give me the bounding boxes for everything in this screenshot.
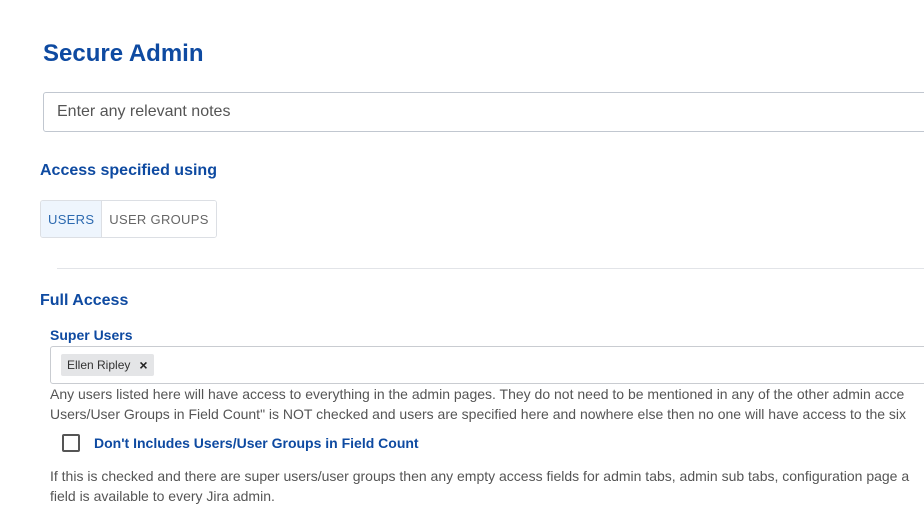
super-users-label: Super Users [50, 327, 133, 343]
users-toggle-button[interactable]: USERS [41, 201, 102, 237]
super-users-help: Any users listed here will have access t… [50, 384, 906, 424]
remove-chip-icon[interactable]: × [139, 358, 147, 372]
user-chip-label: Ellen Ripley [67, 358, 131, 372]
access-specified-heading: Access specified using [40, 162, 217, 179]
field-count-help-line-2: field is available to every Jira admin. [50, 488, 275, 504]
user-chip: Ellen Ripley × [61, 354, 154, 376]
field-count-help: If this is checked and there are super u… [50, 466, 909, 506]
access-mode-toggle: USERS USER GROUPS [40, 200, 217, 238]
super-users-help-line-1: Any users listed here will have access t… [50, 386, 905, 402]
notes-input[interactable] [43, 92, 924, 132]
full-access-heading: Full Access [40, 292, 129, 309]
page-title: Secure Admin [43, 40, 204, 67]
secure-admin-page: Secure Admin Access specified using USER… [0, 0, 924, 526]
field-count-checkbox-row[interactable]: Don't Includes Users/User Groups in Fiel… [62, 434, 419, 452]
super-users-select[interactable]: Ellen Ripley × [50, 346, 924, 384]
super-users-help-line-2: Users/User Groups in Field Count" is NOT… [50, 406, 907, 422]
field-count-checkbox-label[interactable]: Don't Includes Users/User Groups in Fiel… [94, 435, 419, 451]
field-count-checkbox[interactable] [62, 434, 80, 452]
field-count-help-line-1: If this is checked and there are super u… [50, 468, 910, 484]
section-divider [57, 268, 924, 269]
user-groups-toggle-button[interactable]: USER GROUPS [101, 201, 216, 237]
